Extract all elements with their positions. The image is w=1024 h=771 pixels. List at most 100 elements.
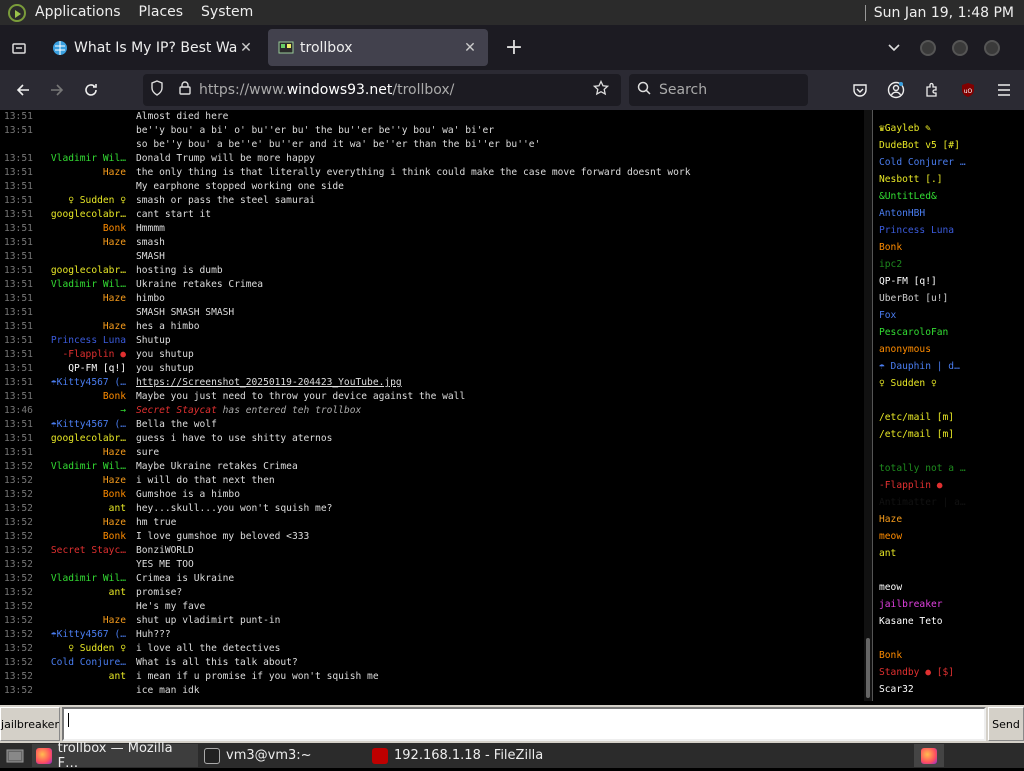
user-list-item[interactable]: PescaroloFan bbox=[873, 324, 1024, 341]
ublock-icon[interactable]: uO bbox=[950, 74, 986, 106]
user-list-item[interactable]: AntonHBH bbox=[873, 205, 1024, 222]
message-nick[interactable]: ☂Kitty4567 (… bbox=[36, 376, 126, 390]
user-list-item[interactable]: Bonk bbox=[873, 239, 1024, 256]
message-nick[interactable]: Haze bbox=[36, 474, 126, 488]
message-nick[interactable]: Cold Conjure… bbox=[36, 656, 126, 670]
user-list-item[interactable]: /etc/mail [m] bbox=[873, 426, 1024, 443]
forward-arrow-icon[interactable] bbox=[40, 74, 74, 106]
menu-system[interactable]: System bbox=[192, 0, 262, 25]
message-nick[interactable]: ♀ Sudden ♀ bbox=[36, 642, 126, 656]
message-nick[interactable]: googlecolabr… bbox=[36, 208, 126, 222]
close-tab-icon[interactable]: ✕ bbox=[238, 40, 254, 56]
chat-scrollbar[interactable] bbox=[864, 110, 872, 701]
user-list-item[interactable]: /etc/mail [m] bbox=[873, 409, 1024, 426]
message-nick[interactable]: Haze bbox=[36, 292, 126, 306]
user-list-item[interactable]: Bonk bbox=[873, 647, 1024, 664]
reload-icon[interactable] bbox=[74, 74, 108, 106]
message-nick[interactable]: Haze bbox=[36, 446, 126, 460]
list-all-tabs-icon[interactable] bbox=[0, 25, 38, 70]
message-nick[interactable]: ☂Kitty4567 (… bbox=[36, 418, 126, 432]
user-list-item[interactable]: &UntitLed& bbox=[873, 188, 1024, 205]
maximize-window-icon[interactable] bbox=[952, 39, 968, 56]
message-nick[interactable]: googlecolabr… bbox=[36, 432, 126, 446]
taskbar-item-firefox[interactable]: trollbox — Mozilla F… bbox=[32, 741, 198, 771]
user-list-item[interactable]: ☂ Dauphin | d… bbox=[873, 358, 1024, 375]
message-nick[interactable]: Bonk bbox=[36, 530, 126, 544]
user-list-item[interactable]: Cold Conjurer … bbox=[873, 154, 1024, 171]
user-list-item[interactable]: anonymous bbox=[873, 341, 1024, 358]
message-nick[interactable]: Princess Luna bbox=[36, 334, 126, 348]
menu-applications[interactable]: Applications bbox=[26, 0, 130, 25]
message-nick[interactable]: → bbox=[36, 404, 126, 418]
chat-input[interactable] bbox=[62, 707, 986, 741]
message-nick[interactable]: Haze bbox=[36, 614, 126, 628]
show-desktop-icon[interactable] bbox=[0, 744, 30, 767]
user-list-item[interactable]: Standby ● [$] bbox=[873, 664, 1024, 681]
pocket-icon[interactable] bbox=[842, 74, 878, 106]
tab-whatismyip[interactable]: What Is My IP? Best Way To ✕ bbox=[42, 29, 264, 66]
user-list-item[interactable]: DudeBot v5 [#] bbox=[873, 137, 1024, 154]
user-list-item[interactable]: meow bbox=[873, 528, 1024, 545]
message-nick[interactable]: ant bbox=[36, 670, 126, 684]
chat-log[interactable]: 13:51 Almost died here 13:51 be''y bou' a b… bbox=[0, 110, 864, 701]
user-list-item[interactable]: ipc2 bbox=[873, 256, 1024, 273]
url-text[interactable]: https://www.windows93.net/trollbox/ bbox=[199, 82, 587, 98]
message-nick[interactable]: Secret Stayc… bbox=[36, 544, 126, 558]
message-nick[interactable]: Bonk bbox=[36, 222, 126, 236]
user-list-item[interactable]: jailbreaker bbox=[873, 596, 1024, 613]
user-list-item[interactable]: ♀ Sudden ♀ bbox=[873, 375, 1024, 392]
user-list-item[interactable] bbox=[873, 630, 1024, 647]
message-nick[interactable]: ☂Kitty4567 (… bbox=[36, 628, 126, 642]
user-list-item[interactable]: totally not a … bbox=[873, 460, 1024, 477]
bookmark-star-icon[interactable] bbox=[587, 79, 615, 100]
message-nick[interactable]: Haze bbox=[36, 320, 126, 334]
distro-logo-icon[interactable] bbox=[8, 3, 26, 22]
url-bar[interactable]: https://www.windows93.net/trollbox/ bbox=[143, 74, 621, 106]
user-list-item[interactable]: ant bbox=[873, 545, 1024, 562]
user-list-item[interactable]: UberBot [u!] bbox=[873, 290, 1024, 307]
message-nick[interactable]: QP-FM [q!] bbox=[36, 362, 126, 376]
back-arrow-icon[interactable] bbox=[6, 74, 40, 106]
message-text[interactable]: https://Screenshot_20250119-204423_YouTu… bbox=[136, 376, 402, 390]
message-nick[interactable]: Haze bbox=[36, 516, 126, 530]
close-window-icon[interactable] bbox=[984, 39, 1000, 56]
message-nick[interactable]: ant bbox=[36, 586, 126, 600]
message-nick[interactable]: Haze bbox=[36, 166, 126, 180]
user-list-item[interactable]: -Flapplin ● bbox=[873, 477, 1024, 494]
user-list-item[interactable]: Scar32 bbox=[873, 681, 1024, 698]
user-list-item[interactable] bbox=[873, 443, 1024, 460]
user-list-item[interactable]: Princess Luna bbox=[873, 222, 1024, 239]
message-nick[interactable]: Vladimir Wil… bbox=[36, 278, 126, 292]
chevron-down-icon[interactable] bbox=[876, 30, 912, 66]
message-nick[interactable]: Vladimir Wil… bbox=[36, 152, 126, 166]
new-tab-icon[interactable]: + bbox=[496, 30, 532, 66]
taskbar-item-filezilla[interactable]: 192.168.1.18 - FileZilla bbox=[368, 744, 548, 767]
send-button[interactable]: Send bbox=[988, 707, 1024, 741]
extensions-puzzle-icon[interactable] bbox=[914, 74, 950, 106]
account-icon[interactable] bbox=[878, 74, 914, 106]
lock-icon[interactable] bbox=[171, 81, 199, 99]
message-nick[interactable]: -Flapplin ● bbox=[36, 348, 126, 362]
close-tab-icon[interactable]: ✕ bbox=[462, 40, 478, 56]
scrollbar-thumb[interactable] bbox=[866, 638, 870, 698]
message-nick[interactable]: Haze bbox=[36, 236, 126, 250]
clock[interactable]: Sun Jan 19, 1:48 PM bbox=[874, 5, 1014, 21]
user-list-item[interactable]: QP-FM [q!] bbox=[873, 273, 1024, 290]
user-list-item[interactable]: Haze bbox=[873, 511, 1024, 528]
nickname-button[interactable]: jailbreaker bbox=[0, 707, 60, 741]
user-list-item[interactable]: Nesbott [.] bbox=[873, 171, 1024, 188]
message-nick[interactable]: Bonk bbox=[36, 488, 126, 502]
minimize-window-icon[interactable] bbox=[920, 39, 936, 56]
user-list-item[interactable] bbox=[873, 392, 1024, 409]
shield-icon[interactable] bbox=[143, 80, 171, 100]
message-nick[interactable]: ant bbox=[36, 502, 126, 516]
message-nick[interactable]: Vladimir Wil… bbox=[36, 460, 126, 474]
tab-trollbox[interactable]: trollbox ✕ bbox=[268, 29, 488, 66]
hamburger-menu-icon[interactable] bbox=[986, 74, 1022, 106]
menu-places[interactable]: Places bbox=[130, 0, 193, 25]
message-nick[interactable]: ♀ Sudden ♀ bbox=[36, 194, 126, 208]
search-bar[interactable]: Search bbox=[629, 74, 808, 106]
user-list-item[interactable]: Kasane Teto bbox=[873, 613, 1024, 630]
taskbar-item-terminal[interactable]: vm3@vm3:~ bbox=[200, 744, 366, 767]
message-nick[interactable]: Bonk bbox=[36, 390, 126, 404]
